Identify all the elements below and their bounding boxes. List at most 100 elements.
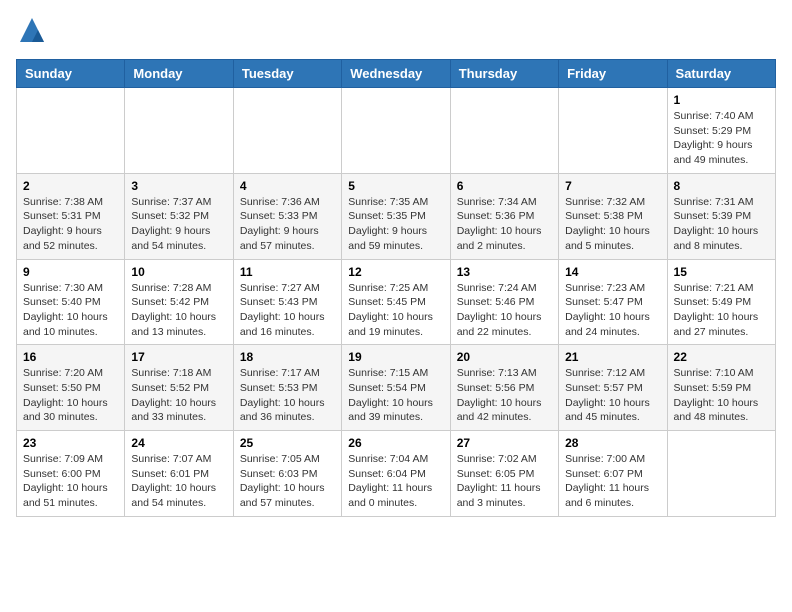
weekday-header-friday: Friday (559, 60, 667, 88)
day-cell (450, 88, 558, 174)
day-number: 15 (674, 265, 769, 279)
day-cell: 16 Sunrise: 7:20 AM Sunset: 5:50 PM Dayli… (17, 345, 125, 431)
day-number: 10 (131, 265, 226, 279)
day-cell: 26Sunrise: 7:04 AM Sunset: 6:04 PM Dayli… (342, 431, 450, 517)
day-cell: 14 Sunrise: 7:23 AM Sunset: 5:47 PM Dayli… (559, 259, 667, 345)
header (16, 16, 776, 49)
day-number: 22 (674, 350, 769, 364)
day-cell: 23Sunrise: 7:09 AM Sunset: 6:00 PM Dayli… (17, 431, 125, 517)
week-row-1: 1 Sunrise: 7:40 AM Sunset: 5:29 PM Daylig… (17, 88, 776, 174)
day-number: 6 (457, 179, 552, 193)
day-info: Sunrise: 7:09 AM Sunset: 6:00 PM Dayligh… (23, 452, 118, 511)
day-cell: 21 Sunrise: 7:12 AM Sunset: 5:57 PM Dayli… (559, 345, 667, 431)
day-cell: 2 Sunrise: 7:38 AM Sunset: 5:31 PM Daylig… (17, 173, 125, 259)
day-info: Sunrise: 7:31 AM Sunset: 5:39 PM Dayligh… (674, 195, 769, 254)
day-cell (342, 88, 450, 174)
day-info: Sunrise: 7:27 AM Sunset: 5:43 PM Dayligh… (240, 281, 335, 340)
day-cell (559, 88, 667, 174)
day-cell: 4 Sunrise: 7:36 AM Sunset: 5:33 PM Daylig… (233, 173, 341, 259)
day-info: Sunrise: 7:30 AM Sunset: 5:40 PM Dayligh… (23, 281, 118, 340)
weekday-header-sunday: Sunday (17, 60, 125, 88)
day-cell: 1 Sunrise: 7:40 AM Sunset: 5:29 PM Daylig… (667, 88, 775, 174)
day-info: Sunrise: 7:38 AM Sunset: 5:31 PM Dayligh… (23, 195, 118, 254)
day-number: 19 (348, 350, 443, 364)
day-number: 17 (131, 350, 226, 364)
week-row-4: 16 Sunrise: 7:20 AM Sunset: 5:50 PM Dayli… (17, 345, 776, 431)
logo (16, 16, 46, 49)
day-cell: 19Sunrise: 7:15 AM Sunset: 5:54 PM Dayli… (342, 345, 450, 431)
day-number: 5 (348, 179, 443, 193)
day-info: Sunrise: 7:23 AM Sunset: 5:47 PM Dayligh… (565, 281, 660, 340)
week-row-2: 2 Sunrise: 7:38 AM Sunset: 5:31 PM Daylig… (17, 173, 776, 259)
day-info: Sunrise: 7:07 AM Sunset: 6:01 PM Dayligh… (131, 452, 226, 511)
day-cell: 22 Sunrise: 7:10 AM Sunset: 5:59 PM Dayli… (667, 345, 775, 431)
day-cell: 15 Sunrise: 7:21 AM Sunset: 5:49 PM Dayli… (667, 259, 775, 345)
weekday-header-thursday: Thursday (450, 60, 558, 88)
day-cell: 27 Sunrise: 7:02 AM Sunset: 6:05 PM Dayli… (450, 431, 558, 517)
day-number: 2 (23, 179, 118, 193)
day-cell: 25 Sunrise: 7:05 AM Sunset: 6:03 PM Dayli… (233, 431, 341, 517)
day-number: 24 (131, 436, 226, 450)
day-info: Sunrise: 7:24 AM Sunset: 5:46 PM Dayligh… (457, 281, 552, 340)
weekday-header-wednesday: Wednesday (342, 60, 450, 88)
day-cell: 9 Sunrise: 7:30 AM Sunset: 5:40 PM Daylig… (17, 259, 125, 345)
day-cell: 8 Sunrise: 7:31 AM Sunset: 5:39 PM Daylig… (667, 173, 775, 259)
day-number: 8 (674, 179, 769, 193)
day-info: Sunrise: 7:28 AM Sunset: 5:42 PM Dayligh… (131, 281, 226, 340)
weekday-header-tuesday: Tuesday (233, 60, 341, 88)
day-number: 25 (240, 436, 335, 450)
weekday-header-saturday: Saturday (667, 60, 775, 88)
day-cell: 28 Sunrise: 7:00 AM Sunset: 6:07 PM Dayli… (559, 431, 667, 517)
day-number: 9 (23, 265, 118, 279)
day-cell: 7Sunrise: 7:32 AM Sunset: 5:38 PM Daylig… (559, 173, 667, 259)
day-number: 16 (23, 350, 118, 364)
day-cell: 17 Sunrise: 7:18 AM Sunset: 5:52 PM Dayli… (125, 345, 233, 431)
day-info: Sunrise: 7:40 AM Sunset: 5:29 PM Dayligh… (674, 109, 769, 168)
day-info: Sunrise: 7:05 AM Sunset: 6:03 PM Dayligh… (240, 452, 335, 511)
day-info: Sunrise: 7:13 AM Sunset: 5:56 PM Dayligh… (457, 366, 552, 425)
week-row-5: 23Sunrise: 7:09 AM Sunset: 6:00 PM Dayli… (17, 431, 776, 517)
day-cell (667, 431, 775, 517)
weekday-header-monday: Monday (125, 60, 233, 88)
day-cell (233, 88, 341, 174)
day-cell: 12Sunrise: 7:25 AM Sunset: 5:45 PM Dayli… (342, 259, 450, 345)
day-info: Sunrise: 7:00 AM Sunset: 6:07 PM Dayligh… (565, 452, 660, 511)
day-number: 21 (565, 350, 660, 364)
day-info: Sunrise: 7:32 AM Sunset: 5:38 PM Dayligh… (565, 195, 660, 254)
day-info: Sunrise: 7:34 AM Sunset: 5:36 PM Dayligh… (457, 195, 552, 254)
day-info: Sunrise: 7:17 AM Sunset: 5:53 PM Dayligh… (240, 366, 335, 425)
day-info: Sunrise: 7:35 AM Sunset: 5:35 PM Dayligh… (348, 195, 443, 254)
day-info: Sunrise: 7:21 AM Sunset: 5:49 PM Dayligh… (674, 281, 769, 340)
day-info: Sunrise: 7:12 AM Sunset: 5:57 PM Dayligh… (565, 366, 660, 425)
day-cell: 5 Sunrise: 7:35 AM Sunset: 5:35 PM Daylig… (342, 173, 450, 259)
day-cell: 3Sunrise: 7:37 AM Sunset: 5:32 PM Daylig… (125, 173, 233, 259)
day-cell (125, 88, 233, 174)
day-number: 1 (674, 93, 769, 107)
day-info: Sunrise: 7:02 AM Sunset: 6:05 PM Dayligh… (457, 452, 552, 511)
day-info: Sunrise: 7:20 AM Sunset: 5:50 PM Dayligh… (23, 366, 118, 425)
day-info: Sunrise: 7:10 AM Sunset: 5:59 PM Dayligh… (674, 366, 769, 425)
day-number: 13 (457, 265, 552, 279)
day-number: 18 (240, 350, 335, 364)
day-cell: 20Sunrise: 7:13 AM Sunset: 5:56 PM Dayli… (450, 345, 558, 431)
day-info: Sunrise: 7:25 AM Sunset: 5:45 PM Dayligh… (348, 281, 443, 340)
day-number: 14 (565, 265, 660, 279)
day-cell: 24 Sunrise: 7:07 AM Sunset: 6:01 PM Dayli… (125, 431, 233, 517)
day-cell (17, 88, 125, 174)
day-cell: 18 Sunrise: 7:17 AM Sunset: 5:53 PM Dayli… (233, 345, 341, 431)
day-number: 3 (131, 179, 226, 193)
day-number: 28 (565, 436, 660, 450)
day-number: 4 (240, 179, 335, 193)
day-cell: 11Sunrise: 7:27 AM Sunset: 5:43 PM Dayli… (233, 259, 341, 345)
day-cell: 6 Sunrise: 7:34 AM Sunset: 5:36 PM Daylig… (450, 173, 558, 259)
day-info: Sunrise: 7:18 AM Sunset: 5:52 PM Dayligh… (131, 366, 226, 425)
day-cell: 13 Sunrise: 7:24 AM Sunset: 5:46 PM Dayli… (450, 259, 558, 345)
weekday-header-row: SundayMondayTuesdayWednesdayThursdayFrid… (17, 60, 776, 88)
logo-icon (18, 16, 46, 44)
day-cell: 10 Sunrise: 7:28 AM Sunset: 5:42 PM Dayli… (125, 259, 233, 345)
day-number: 27 (457, 436, 552, 450)
day-info: Sunrise: 7:36 AM Sunset: 5:33 PM Dayligh… (240, 195, 335, 254)
week-row-3: 9 Sunrise: 7:30 AM Sunset: 5:40 PM Daylig… (17, 259, 776, 345)
logo-text (16, 16, 46, 49)
day-info: Sunrise: 7:04 AM Sunset: 6:04 PM Dayligh… (348, 452, 443, 511)
